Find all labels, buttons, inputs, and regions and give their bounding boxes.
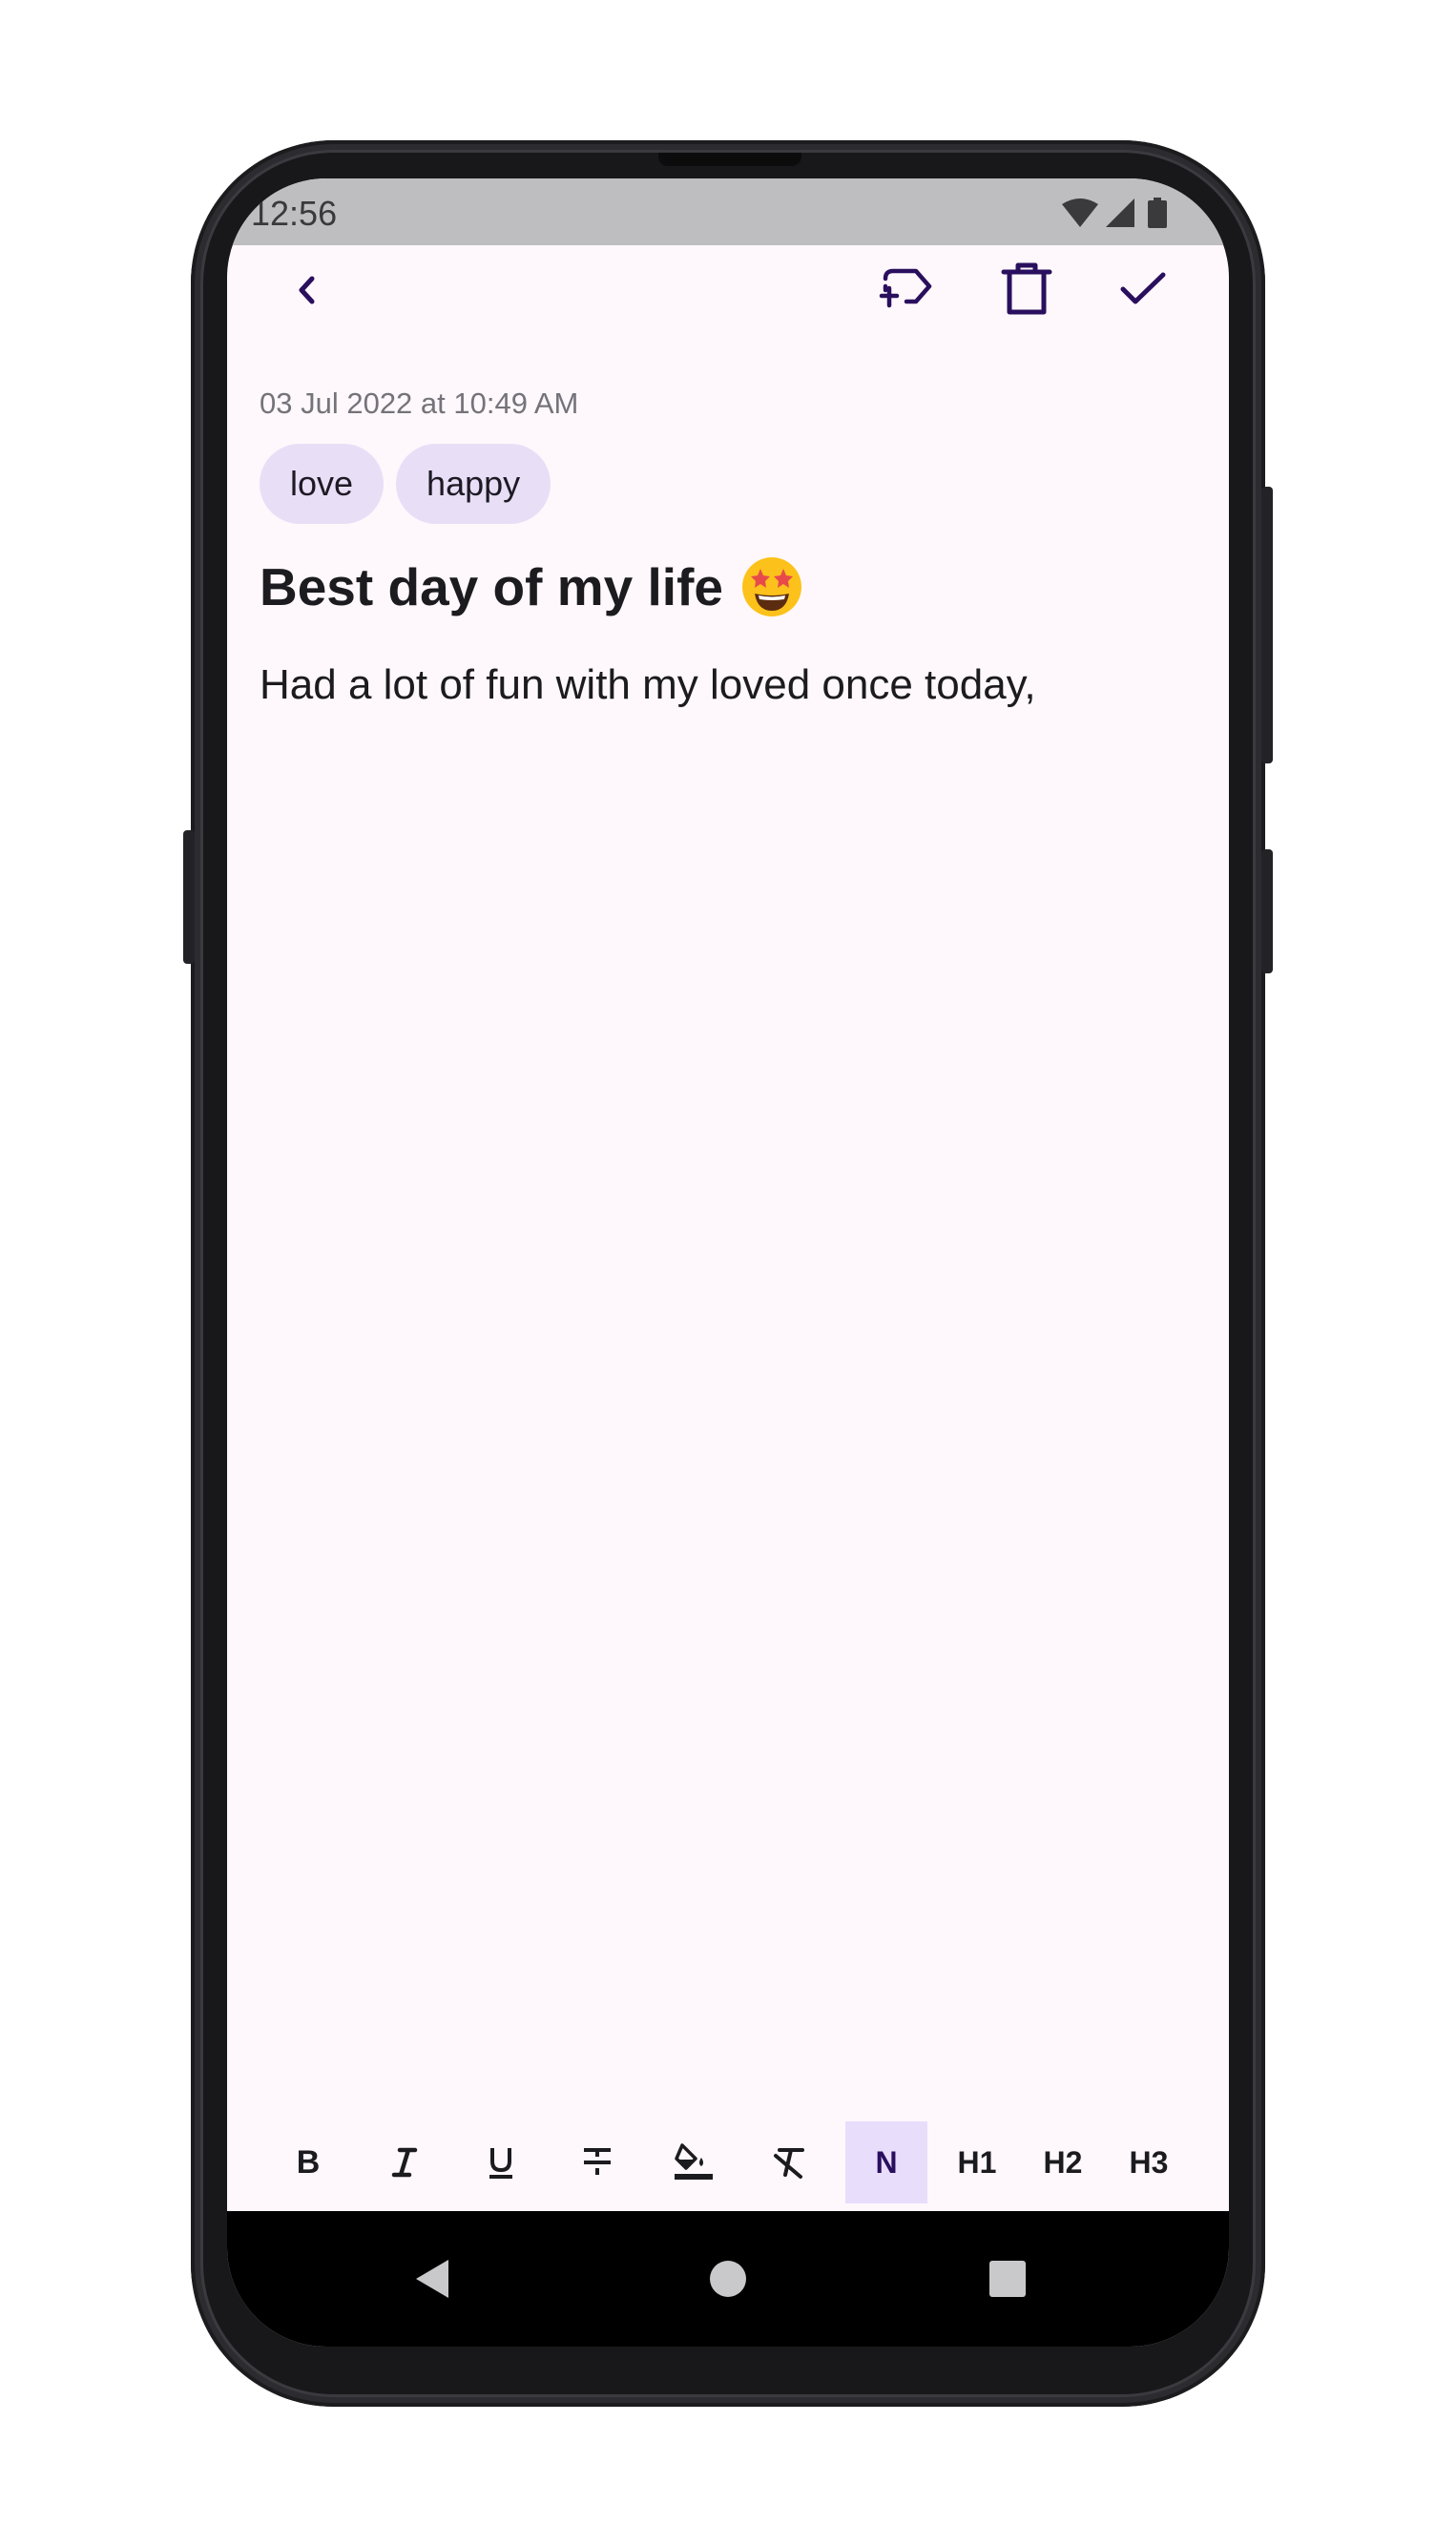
heading-h3-label: H3 <box>1129 2144 1169 2180</box>
italic-button[interactable] <box>364 2121 446 2203</box>
nav-home-icon <box>710 2261 746 2297</box>
bold-icon: B <box>296 2143 321 2181</box>
heading-normal-button[interactable]: N <box>845 2121 927 2203</box>
fill-color-button[interactable] <box>653 2121 735 2203</box>
nav-recents-button[interactable] <box>974 2245 1041 2312</box>
status-time: 12:56 <box>251 194 338 233</box>
volume-button <box>183 830 195 964</box>
clear-format-button[interactable] <box>749 2121 831 2203</box>
italic-icon <box>391 2147 418 2178</box>
nav-recents-icon <box>989 2261 1026 2297</box>
system-navigation-bar <box>227 2211 1229 2347</box>
power-button <box>1261 487 1273 763</box>
side-button <box>1261 849 1273 973</box>
nav-back-button[interactable] <box>399 2245 466 2312</box>
heading-h1-label: H1 <box>957 2144 997 2180</box>
note-title-text: Best day of my life <box>260 557 723 616</box>
tag-chip[interactable]: happy <box>396 444 551 524</box>
nav-home-button[interactable] <box>695 2245 761 2312</box>
delete-button[interactable] <box>988 251 1065 327</box>
tag-list: love happy <box>260 444 551 524</box>
formatting-toolbar: B N H1 H2 H3 <box>227 2114 1229 2211</box>
save-button[interactable] <box>1105 251 1181 327</box>
signal-icon <box>1106 198 1137 227</box>
strikethrough-button[interactable] <box>556 2121 638 2203</box>
screen: 12:56 03 Jul 2022 at 10:49 AM love happy… <box>227 178 1229 2347</box>
top-app-bar <box>227 245 1229 369</box>
note-title[interactable]: Best day of my life <box>260 555 803 618</box>
heading-h2-button[interactable]: H2 <box>1028 2121 1098 2203</box>
wifi-icon <box>1062 198 1098 227</box>
heading-normal-label: N <box>875 2144 898 2180</box>
fill-color-icon <box>675 2143 713 2180</box>
star-struck-emoji-icon <box>741 557 801 616</box>
nav-back-icon <box>416 2260 448 2298</box>
underline-icon <box>489 2148 512 2179</box>
tag-chip[interactable]: love <box>260 444 385 524</box>
battery-icon <box>1148 198 1167 228</box>
back-button[interactable] <box>269 252 345 328</box>
save-check-icon <box>1120 272 1166 304</box>
heading-h1-button[interactable]: H1 <box>942 2121 1012 2203</box>
underline-button[interactable] <box>460 2121 542 2203</box>
add-tag-button[interactable] <box>868 251 945 327</box>
status-bar: 12:56 <box>227 178 1229 245</box>
strikethrough-icon <box>584 2148 611 2175</box>
clear-format-icon <box>774 2148 804 2179</box>
delete-icon <box>1001 262 1052 315</box>
bold-button[interactable]: B <box>267 2121 349 2203</box>
heading-h2-label: H2 <box>1043 2144 1083 2180</box>
back-icon <box>299 276 315 304</box>
heading-h3-button[interactable]: H3 <box>1113 2121 1184 2203</box>
add-tag-icon <box>879 268 932 308</box>
note-body[interactable]: Had a lot of fun with my loved once toda… <box>260 661 1036 709</box>
note-date: 03 Jul 2022 at 10:49 AM <box>260 386 579 420</box>
status-icons <box>1062 198 1167 228</box>
speaker-grille <box>658 153 801 166</box>
